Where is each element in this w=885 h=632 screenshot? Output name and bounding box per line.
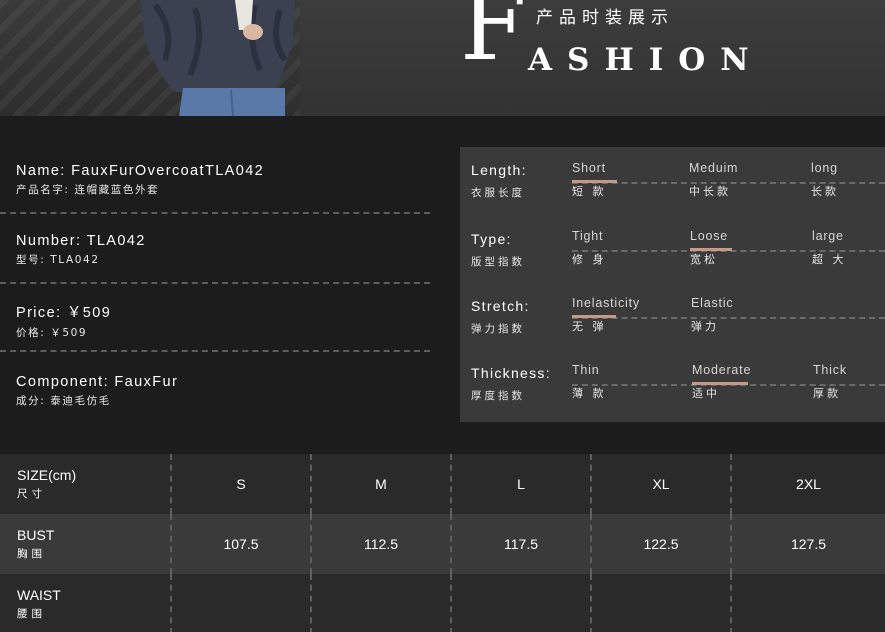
size-column-header: M — [311, 454, 452, 514]
row-header-en: WAIST — [17, 587, 61, 603]
row-header-waist: WAIST 腰围 — [0, 574, 172, 632]
option-label-cn: 适中 — [692, 387, 720, 400]
table-cell — [171, 574, 312, 632]
size-column-header: L — [451, 454, 592, 514]
info-divider — [0, 212, 430, 214]
option-label-cn: 厚款 — [813, 387, 841, 400]
attr-label-cn: 版型指数 — [471, 256, 525, 268]
table-row: WAIST 腰围 — [0, 574, 885, 632]
product-name-cn: 产品名字: 连帽藏蓝色外套 — [16, 184, 160, 196]
product-price: Price: ￥509 价格: ￥509 — [16, 301, 111, 340]
option-label-cn: 短 款 — [572, 185, 607, 198]
option-label-cn: 宽松 — [690, 253, 718, 266]
option-label: Inelasticity — [572, 296, 640, 310]
attr-length-label: Length: 衣服长度 — [471, 162, 527, 200]
size-table: SIZE(cm) 尺寸 S M L XL 2XL BUST 胸围 107.5 1… — [0, 454, 885, 632]
fashion-big-letter: F — [460, 0, 527, 82]
attr-label-en: Thickness: — [471, 365, 551, 381]
product-component-label: Component: FauxFur — [16, 374, 179, 390]
option-length-medium: Meduim 中长款 — [689, 161, 738, 199]
product-number: Number: TLA042 型号: TLA042 — [16, 233, 146, 267]
option-label-cn: 无 弹 — [572, 320, 607, 333]
option-stretch-elastic: Elastic 弹力 — [691, 296, 733, 334]
option-length-long: long 长款 — [811, 161, 839, 199]
table-cell: 117.5 — [451, 514, 592, 574]
option-type-tight: Tight 修 身 — [572, 229, 607, 267]
option-label-cn: 超 大 — [812, 253, 847, 266]
attr-label-en: Type: — [471, 231, 512, 247]
table-cell: 127.5 — [790, 536, 827, 552]
option-label: Tight — [572, 229, 604, 243]
option-type-large: large 超 大 — [812, 229, 847, 267]
attr-label-cn: 弹力指数 — [471, 323, 525, 335]
option-label-cn: 长款 — [811, 185, 839, 198]
attr-row-divider — [572, 317, 885, 319]
table-cell — [311, 574, 452, 632]
banner-cn-title: 产品时装展示 — [536, 8, 674, 28]
option-thickness-thick: Thick 厚款 — [813, 363, 847, 401]
product-price-cn: 价格: ￥509 — [16, 327, 88, 339]
option-label: long — [811, 161, 838, 175]
attribute-panel: Length: 衣服长度 Short 短 款 Meduim 中长款 long 长… — [460, 147, 885, 422]
option-label-cn: 弹力 — [691, 320, 719, 333]
attr-label-cn: 厚度指数 — [471, 390, 525, 402]
row-header-en: BUST — [17, 527, 55, 543]
product-name-label: Name: FauxFurOvercoatTLA042 — [16, 163, 265, 179]
table-cell: 107.5 — [171, 514, 312, 574]
product-price-label: Price: ￥509 — [16, 305, 112, 321]
selected-indicator — [692, 382, 748, 385]
attr-row-divider — [572, 182, 885, 184]
attr-label-en: Length: — [471, 162, 527, 178]
table-cell — [451, 574, 592, 632]
fashion-banner: F 产品时装展示 ASHION — [0, 0, 885, 116]
attr-type-label: Type: 版型指数 — [471, 231, 525, 269]
product-number-label: Number: TLA042 — [16, 233, 146, 249]
table-header-row: SIZE(cm) 尺寸 S M L XL 2XL — [0, 454, 885, 514]
info-divider — [0, 350, 430, 352]
table-row: BUST 胸围 107.5 112.5 117.5 122.5 127.5 — [0, 514, 885, 574]
size-header-cn: 尺寸 — [17, 488, 46, 500]
option-label-cn: 中长款 — [689, 185, 731, 198]
model-photo — [140, 0, 295, 116]
size-header-en: SIZE(cm) — [17, 467, 77, 483]
product-component: Component: FauxFur 成分: 泰迪毛仿毛 — [16, 374, 178, 408]
option-label: Elastic — [691, 296, 734, 310]
size-column-header: XL — [591, 454, 732, 514]
option-label: Meduim — [689, 161, 739, 175]
option-label: Moderate — [692, 363, 752, 377]
option-label: Thin — [572, 363, 600, 377]
product-component-cn: 成分: 泰迪毛仿毛 — [16, 395, 111, 407]
size-column-header: 2XL — [796, 476, 821, 492]
fashion-word: ASHION — [528, 42, 764, 78]
table-cell: 112.5 — [311, 514, 452, 574]
table-cell: 122.5 — [591, 514, 732, 574]
row-header-cn: 腰围 — [17, 608, 46, 620]
row-header-bust: BUST 胸围 — [0, 514, 172, 574]
option-label: Thick — [813, 363, 847, 377]
selected-indicator — [572, 315, 616, 318]
option-thickness-thin: Thin 薄 款 — [572, 363, 607, 401]
attr-stretch-label: Stretch: 弹力指数 — [471, 298, 530, 336]
option-label-cn: 薄 款 — [572, 387, 607, 400]
selected-indicator — [572, 180, 617, 183]
size-column-header: S — [171, 454, 312, 514]
size-header-cell: SIZE(cm) 尺寸 — [0, 454, 172, 514]
product-name: Name: FauxFurOvercoatTLA042 产品名字: 连帽藏蓝色外… — [16, 163, 264, 197]
table-cell — [731, 574, 885, 632]
option-label: large — [812, 229, 844, 243]
attr-label-cn: 衣服长度 — [471, 187, 525, 199]
product-number-cn: 型号: TLA042 — [16, 254, 100, 266]
attr-label-en: Stretch: — [471, 298, 530, 314]
table-cell — [591, 574, 732, 632]
selected-indicator — [690, 248, 732, 251]
option-label: Short — [572, 161, 606, 175]
attr-thickness-label: Thickness: 厚度指数 — [471, 365, 551, 403]
row-header-cn: 胸围 — [17, 548, 46, 560]
info-divider — [0, 282, 430, 284]
option-label-cn: 修 身 — [572, 253, 607, 266]
option-label: Loose — [690, 229, 729, 243]
